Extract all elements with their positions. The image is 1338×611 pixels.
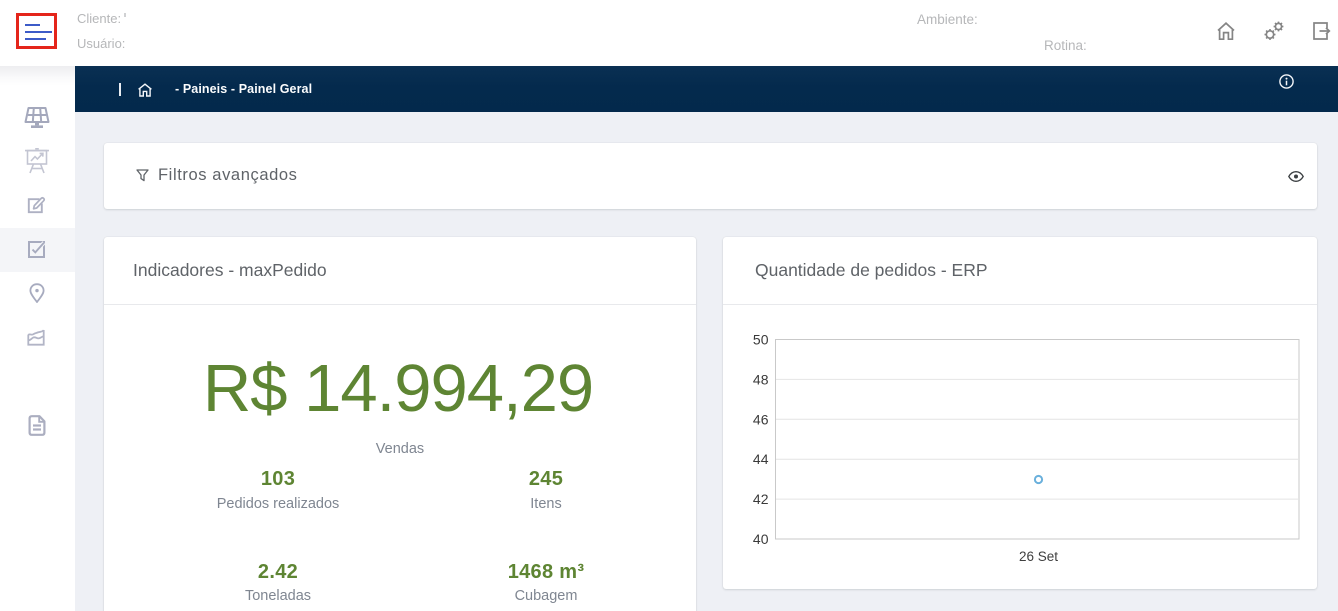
svg-text:44: 44 [753, 451, 769, 467]
svg-text:42: 42 [753, 491, 769, 507]
svg-text:46: 46 [753, 411, 769, 427]
svg-text:50: 50 [753, 332, 769, 348]
svg-text:40: 40 [753, 531, 769, 547]
svg-text:48: 48 [753, 371, 769, 387]
svg-text:26 Set: 26 Set [1019, 549, 1058, 564]
